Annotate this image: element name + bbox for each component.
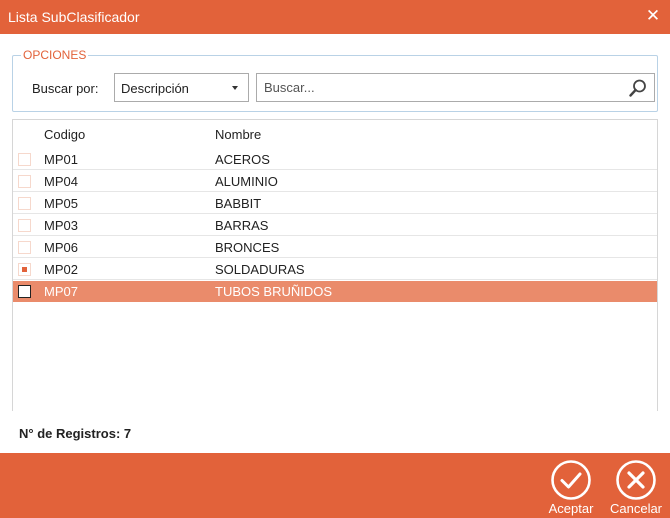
row-code: MP01 xyxy=(44,152,78,167)
row-code: MP07 xyxy=(44,284,78,299)
close-circle-icon xyxy=(616,460,656,500)
search-input[interactable] xyxy=(258,75,613,100)
row-code: MP04 xyxy=(44,174,78,189)
row-checkbox[interactable] xyxy=(18,219,31,232)
table-row[interactable]: MP06 BRONCES xyxy=(13,237,657,258)
cancel-button[interactable]: Cancelar xyxy=(606,457,666,517)
row-checkbox[interactable] xyxy=(18,153,31,166)
table-row[interactable]: MP02 SOLDADURAS xyxy=(13,259,657,280)
row-name: BRONCES xyxy=(215,240,280,255)
search-by-select[interactable]: Descripción xyxy=(114,73,249,102)
row-code: MP06 xyxy=(44,240,78,255)
row-checkbox[interactable] xyxy=(18,241,31,254)
row-checkbox[interactable] xyxy=(18,263,31,276)
row-checkbox[interactable] xyxy=(18,197,31,210)
footer-bar: Aceptar Cancelar xyxy=(0,453,670,518)
search-icon[interactable] xyxy=(628,78,648,98)
chevron-down-icon xyxy=(232,86,238,90)
accept-button[interactable]: Aceptar xyxy=(541,457,601,517)
search-by-value: Descripción xyxy=(121,81,189,96)
table-row[interactable]: MP07 TUBOS BRUÑIDOS xyxy=(13,281,657,302)
row-name: SOLDADURAS xyxy=(215,262,305,277)
table-row[interactable]: MP01 ACEROS xyxy=(13,149,657,170)
window-title: Lista SubClasificador xyxy=(8,9,140,25)
record-count: N° de Registros: 7 xyxy=(19,426,132,441)
table-row[interactable]: MP03 BARRAS xyxy=(13,215,657,236)
row-checkbox[interactable] xyxy=(18,285,31,298)
column-header-codigo[interactable]: Codigo xyxy=(44,127,85,142)
row-code: MP02 xyxy=(44,262,78,277)
row-name: ACEROS xyxy=(215,152,270,167)
accept-label: Aceptar xyxy=(548,501,594,516)
check-circle-icon xyxy=(551,460,591,500)
row-code: MP03 xyxy=(44,218,78,233)
row-checkbox[interactable] xyxy=(18,175,31,188)
search-box xyxy=(256,73,655,102)
options-legend: OPCIONES xyxy=(21,48,89,62)
row-name: ALUMINIO xyxy=(215,174,278,189)
table-row[interactable]: MP04 ALUMINIO xyxy=(13,171,657,192)
options-group: OPCIONES Buscar por: Descripción xyxy=(12,48,658,112)
row-name: TUBOS BRUÑIDOS xyxy=(215,284,333,299)
search-by-label: Buscar por: xyxy=(32,81,99,96)
close-icon[interactable]: ✕ xyxy=(644,6,662,26)
row-code: MP05 xyxy=(44,196,78,211)
grid-header: Codigo Nombre xyxy=(13,120,657,148)
column-header-nombre[interactable]: Nombre xyxy=(215,127,261,142)
row-name: BABBIT xyxy=(215,196,262,211)
row-name: BARRAS xyxy=(215,218,269,233)
title-bar: Lista SubClasificador ✕ xyxy=(0,0,670,34)
subclasificador-grid: Codigo Nombre MP01 ACEROS MP04 ALUMINIO MP05… xyxy=(12,119,658,411)
table-row[interactable]: MP05 BABBIT xyxy=(13,193,657,214)
cancel-label: Cancelar xyxy=(609,501,663,516)
